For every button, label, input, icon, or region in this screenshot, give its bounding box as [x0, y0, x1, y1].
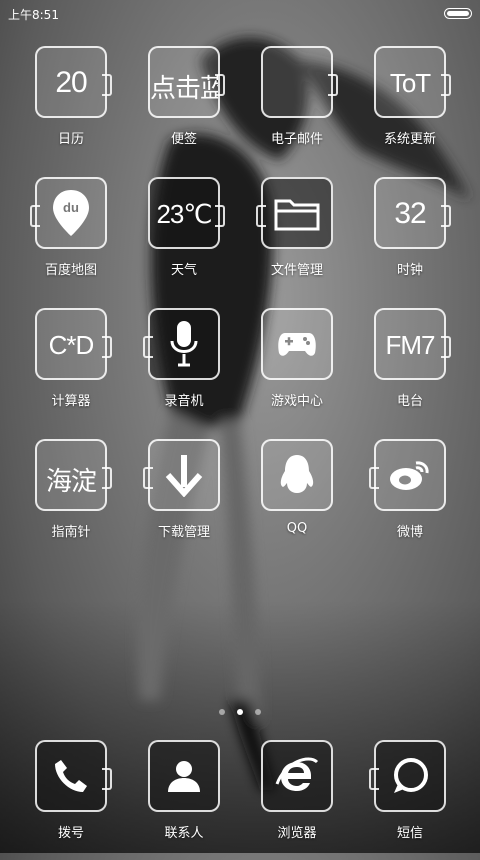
dock-browser[interactable]: 浏览器: [242, 740, 352, 860]
calendar-icon: 20: [35, 46, 112, 118]
app-label: 系统更新: [383, 132, 436, 147]
status-time: 上午8:51: [8, 8, 59, 22]
app-weather[interactable]: 23℃ 天气: [129, 177, 239, 297]
app-label: 短信: [396, 826, 423, 841]
app-label: 指南针: [51, 525, 91, 540]
gamepad-icon: [261, 308, 333, 380]
app-label: 文件管理: [270, 263, 323, 278]
qq-penguin-icon: [261, 439, 333, 511]
app-label: 时钟: [396, 263, 423, 278]
app-weibo[interactable]: 微博: [355, 439, 465, 559]
page-dot[interactable]: [219, 709, 225, 715]
app-notes[interactable]: 点击蓝 便签: [129, 46, 239, 166]
app-clock[interactable]: 32 时钟: [355, 177, 465, 297]
app-label: QQ: [286, 521, 308, 536]
map-pin-icon: du: [30, 177, 107, 249]
app-label: 日历: [57, 132, 84, 147]
app-calendar[interactable]: 20 日历: [16, 46, 126, 166]
app-label: 天气: [170, 263, 197, 278]
app-label: 电台: [396, 394, 423, 409]
weather-icon: 23℃: [148, 177, 225, 249]
app-game-center[interactable]: 游戏中心: [242, 308, 352, 428]
app-download-manager[interactable]: 下载管理: [129, 439, 239, 559]
dock: 拨号 联系人 浏览器 短信: [0, 740, 480, 853]
app-email[interactable]: 电子邮件: [242, 46, 352, 166]
phone-icon: [35, 740, 112, 812]
clock-icon: 32: [374, 177, 451, 249]
app-file-manager[interactable]: 文件管理: [242, 177, 352, 297]
dock-phone[interactable]: 拨号: [16, 740, 126, 860]
contact-person-icon: [148, 740, 220, 812]
app-label: 计算器: [51, 394, 91, 409]
microphone-icon: [143, 308, 220, 380]
app-calculator[interactable]: C*D 计算器: [16, 308, 126, 428]
radio-icon: FM7: [374, 308, 451, 380]
app-compass[interactable]: 海淀 指南针: [16, 439, 126, 559]
app-system-update[interactable]: ToT 系统更新: [355, 46, 465, 166]
message-bubble-icon: [369, 740, 446, 812]
browser-e-icon: [261, 740, 333, 812]
app-label: 浏览器: [277, 826, 317, 841]
update-icon: ToT: [374, 46, 451, 118]
app-label: 下载管理: [157, 525, 210, 540]
page-dot-current[interactable]: [237, 709, 243, 715]
page-indicator: [0, 700, 480, 719]
map-pin-text: du: [63, 200, 79, 215]
battery-icon: [444, 8, 472, 19]
app-baidu-map[interactable]: du 百度地图: [16, 177, 126, 297]
app-label: 百度地图: [44, 263, 97, 278]
app-label: 录音机: [164, 394, 204, 409]
app-label: 联系人: [164, 826, 204, 841]
page-dot[interactable]: [255, 709, 261, 715]
download-arrow-icon: [143, 439, 220, 511]
calculator-icon: C*D: [35, 308, 112, 380]
app-radio[interactable]: FM7 电台: [355, 308, 465, 428]
email-icon: [261, 46, 338, 118]
app-label: 微博: [396, 525, 423, 540]
app-label: 电子邮件: [270, 132, 323, 147]
dock-messages[interactable]: 短信: [355, 740, 465, 860]
dock-contacts[interactable]: 联系人: [129, 740, 239, 860]
app-label: 拨号: [57, 826, 84, 841]
app-qq[interactable]: QQ: [242, 439, 352, 559]
status-bar: 上午8:51: [0, 0, 480, 26]
app-label: 游戏中心: [270, 394, 323, 409]
folder-icon: [256, 177, 333, 249]
compass-icon: 海淀: [35, 439, 112, 511]
weibo-icon: [369, 439, 446, 511]
notes-icon: 点击蓝: [148, 46, 225, 118]
app-recorder[interactable]: 录音机: [129, 308, 239, 428]
app-label: 便签: [170, 132, 197, 147]
